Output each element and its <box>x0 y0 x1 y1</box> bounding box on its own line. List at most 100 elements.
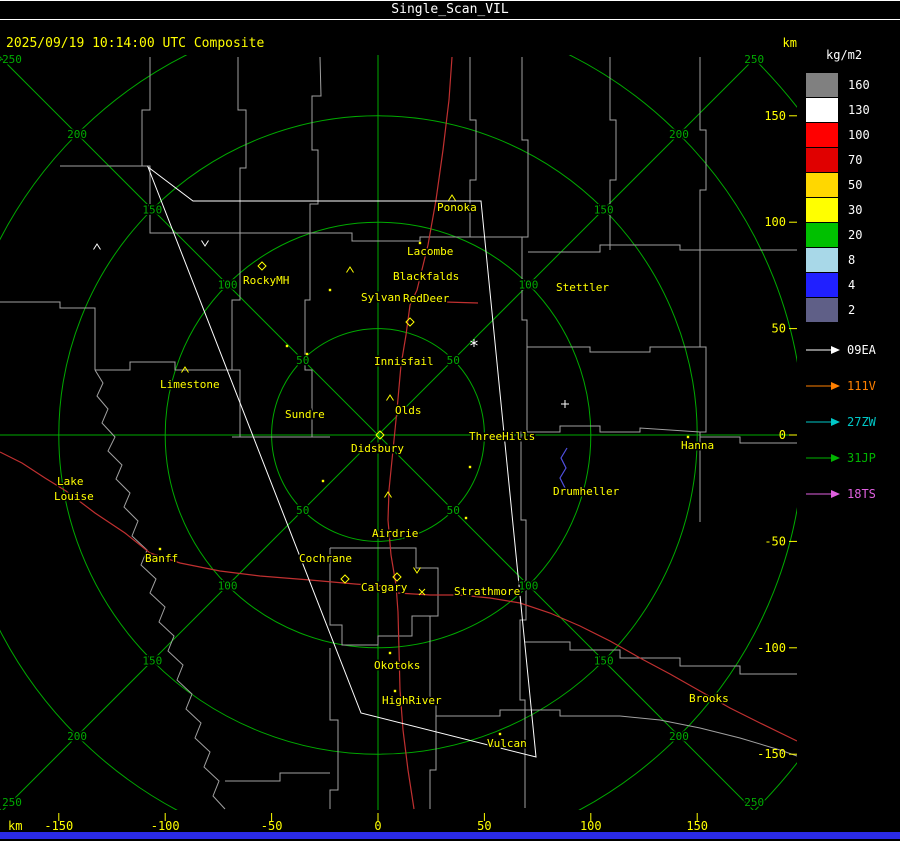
vil-scale-row: 130 <box>800 97 900 122</box>
radar-legend-row: 31JP <box>800 440 900 476</box>
radar-legend-row: 111V <box>800 368 900 404</box>
county-boundary-line <box>429 616 437 809</box>
vil-scale-value: 100 <box>848 127 870 142</box>
top-km-unit-label: km <box>783 36 797 50</box>
city-label-vulcan: Vulcan <box>487 737 527 750</box>
vil-scale-row: 160 <box>800 72 900 97</box>
vil-scale-swatch <box>806 297 838 322</box>
map-marker-caret <box>93 243 101 250</box>
range-ring-label: 150 <box>594 655 614 668</box>
city-label-cochrane: Cochrane <box>299 552 352 565</box>
vil-scale-row: 50 <box>800 172 900 197</box>
city-label-didsbury: Didsbury <box>351 442 404 455</box>
range-ring-label: 250 <box>744 796 764 809</box>
map-marker-dot <box>321 479 325 483</box>
county-boundary-line <box>469 57 522 238</box>
vil-scale-value: 30 <box>848 202 863 217</box>
city-label-airdrie: Airdrie <box>372 527 418 540</box>
map-marker-dot <box>305 352 309 356</box>
right-axis-label: -100 <box>757 641 786 655</box>
map-marker-diamond <box>340 574 350 584</box>
range-ring-label: 100 <box>218 279 238 292</box>
county-boundary-line <box>0 301 96 370</box>
map-marker-caret <box>384 491 392 498</box>
city-label-sundre: Sundre <box>285 408 325 421</box>
city-label-sylvan: Sylvan <box>361 291 401 304</box>
map-labels-layer: 50 50 50 50 100 100 100 100 150 150 150 150 200 200 20… <box>1 51 797 833</box>
range-ring-250 <box>0 55 797 810</box>
map-marker-caret <box>346 266 354 273</box>
title-bar: Single_Scan_VIL <box>0 0 900 20</box>
vil-scale-swatch <box>806 97 838 122</box>
vil-scale-value: 2 <box>848 302 856 317</box>
map-marker-caret <box>386 394 394 401</box>
map-marker-dot <box>158 547 162 551</box>
radar-arrow-icon <box>806 418 840 426</box>
map-marker-dot <box>393 689 397 693</box>
county-boundary-line <box>699 57 707 250</box>
range-ring-label: 50 <box>296 354 309 367</box>
city-label-drumheller: Drumheller <box>553 485 620 498</box>
vil-scale-value: 70 <box>848 152 863 167</box>
radar-legend-row: 09EA <box>800 332 900 368</box>
county-boundary-line <box>436 709 620 717</box>
map-marker-dot <box>285 344 289 348</box>
range-ring-label: 200 <box>669 730 689 743</box>
city-label-ponoka: Ponoka <box>437 201 477 214</box>
city-label-calgary: Calgary <box>361 581 408 594</box>
county-boundary-line <box>310 232 470 242</box>
radar-arrow-icon <box>806 382 840 390</box>
radar-id-label: 111V <box>847 379 876 393</box>
bottom-axis-label: 100 <box>580 819 602 833</box>
scan-area-outline <box>146 165 537 758</box>
radar-arrow-icon <box>806 454 840 462</box>
vil-scale-swatch <box>806 122 838 147</box>
map-marker-vee <box>201 240 209 247</box>
vil-scale-row: 2 <box>800 297 900 322</box>
right-axis-label: 0 <box>779 428 786 442</box>
city-label-threehills: ThreeHills <box>469 430 535 443</box>
range-ring-label: 150 <box>594 203 614 216</box>
city-label-lacombe: Lacombe <box>407 245 453 258</box>
radar-site-legend: 09EA 111V 27ZW 31JP 18TS <box>800 332 900 512</box>
city-label-brooks: Brooks <box>689 692 729 705</box>
county-boundary-line <box>304 233 313 437</box>
map-marker-dot <box>328 288 332 292</box>
vil-color-scale: 160 130 100 70 50 30 20 8 4 2 <box>800 72 900 322</box>
bottom-axis-label: -50 <box>261 819 283 833</box>
right-axis-label: 50 <box>772 322 786 336</box>
county-boundary-line <box>225 772 330 782</box>
map-marker-cross <box>561 400 569 408</box>
city-label-reddeer: RedDeer <box>403 292 450 305</box>
county-boundary-line <box>95 361 232 371</box>
city-label-blackfalds: Blackfalds <box>393 270 459 283</box>
vil-scale-swatch <box>806 197 838 222</box>
radar-id-label: 27ZW <box>847 415 876 429</box>
range-ring-label: 200 <box>669 128 689 141</box>
range-ring-label: 200 <box>67 128 87 141</box>
map-marker-caret <box>448 194 456 201</box>
radar-legend-row: 18TS <box>800 476 900 512</box>
vil-scale-row: 30 <box>800 197 900 222</box>
vil-scale-value: 130 <box>848 102 870 117</box>
city-label-hanna: Hanna <box>681 439 714 452</box>
map-marker-dot <box>418 241 422 245</box>
range-ring-label: 50 <box>447 504 460 517</box>
bottom-axis-label: -100 <box>151 819 180 833</box>
bottom-scrollbar[interactable] <box>0 832 900 839</box>
county-boundary-line <box>699 250 707 522</box>
radar-arrow-icon <box>806 490 840 498</box>
highway-line <box>0 451 397 588</box>
vil-scale-row: 8 <box>800 247 900 272</box>
radar-id-label: 09EA <box>847 343 876 357</box>
vil-scale-swatch <box>806 222 838 247</box>
right-axis-label: 100 <box>764 215 786 229</box>
radar-map-canvas[interactable]: 2025/09/19 10:14:00 UTC Composite km km … <box>0 0 900 841</box>
legend-unit-label: kg/m2 <box>826 48 863 62</box>
radar-id-label: 18TS <box>847 487 876 501</box>
vil-scale-swatch <box>806 72 838 97</box>
bottom-km-unit-label: km <box>8 819 22 833</box>
timestamp: 2025/09/19 10:14:00 UTC Composite <box>6 36 264 51</box>
range-ring-label: 100 <box>519 579 539 592</box>
county-boundary-line <box>94 369 226 810</box>
